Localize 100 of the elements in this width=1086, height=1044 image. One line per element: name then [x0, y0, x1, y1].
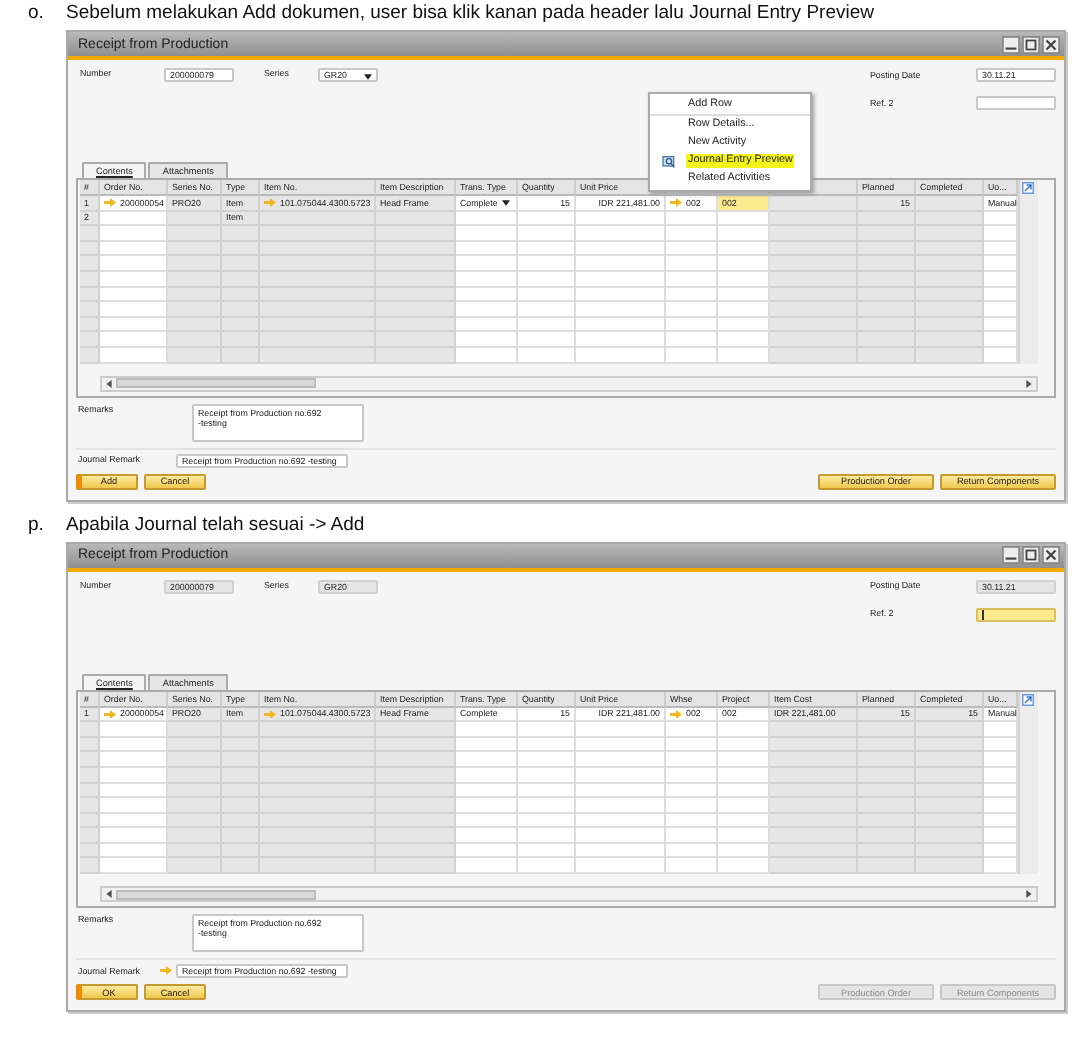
table-cell[interactable]: [80, 226, 100, 242]
table-cell[interactable]: [518, 332, 576, 348]
table-cell[interactable]: [770, 302, 858, 318]
table-cell[interactable]: [770, 226, 858, 242]
table-cell[interactable]: [666, 226, 718, 242]
table-cell[interactable]: [100, 722, 168, 738]
table-cell[interactable]: [576, 752, 666, 768]
table-cell[interactable]: [80, 302, 100, 318]
minimize-icon[interactable]: [1002, 35, 1020, 53]
table-cell[interactable]: [916, 798, 984, 814]
table-cell[interactable]: [984, 256, 1018, 272]
table-cell[interactable]: [168, 302, 222, 318]
table-cell[interactable]: [518, 828, 576, 844]
table-cell[interactable]: [718, 256, 770, 272]
table-cell[interactable]: [984, 332, 1018, 348]
table-cell[interactable]: [456, 798, 518, 814]
link-arrow-icon[interactable]: [264, 198, 276, 208]
table-cell[interactable]: [718, 332, 770, 348]
table-cell[interactable]: [80, 722, 100, 738]
table-cell[interactable]: [168, 752, 222, 768]
table-cell[interactable]: [770, 196, 858, 212]
table-cell[interactable]: [376, 226, 456, 242]
link-arrow-icon[interactable]: [104, 709, 116, 719]
table-cell[interactable]: [718, 798, 770, 814]
table-cell[interactable]: [100, 752, 168, 768]
horizontal-scrollbar[interactable]: [100, 886, 1038, 903]
table-cell[interactable]: [518, 858, 576, 875]
maximize-icon[interactable]: [1022, 546, 1040, 565]
table-cell[interactable]: [100, 226, 168, 242]
table-cell[interactable]: [916, 828, 984, 844]
table-cell[interactable]: [168, 722, 222, 738]
table-cell[interactable]: [984, 828, 1018, 844]
table-cell[interactable]: [916, 858, 984, 875]
close-icon[interactable]: [1042, 546, 1060, 565]
table-cell[interactable]: [260, 858, 376, 875]
scroll-right-icon[interactable]: [1026, 379, 1032, 388]
minimize-icon[interactable]: [1002, 546, 1020, 565]
table-cell[interactable]: [80, 828, 100, 844]
ref-field[interactable]: [976, 96, 1056, 110]
dropdown-icon[interactable]: [502, 200, 510, 206]
table-cell[interactable]: [576, 858, 666, 875]
table-cell[interactable]: [770, 752, 858, 768]
table-cell[interactable]: [80, 332, 100, 348]
table-cell[interactable]: [100, 332, 168, 348]
table-cell[interactable]: [80, 752, 100, 768]
table-cell[interactable]: [100, 302, 168, 318]
table-cell[interactable]: [770, 828, 858, 844]
table-cell[interactable]: [576, 722, 666, 738]
table-cell[interactable]: [376, 302, 456, 318]
table-cell[interactable]: [770, 798, 858, 814]
table-cell[interactable]: [456, 302, 518, 318]
table-cell[interactable]: [376, 798, 456, 814]
vertical-scrollbar[interactable]: [1018, 691, 1038, 875]
scroll-left-icon[interactable]: [106, 379, 112, 388]
table-cell[interactable]: [718, 858, 770, 875]
ref-field[interactable]: [976, 607, 1056, 622]
table-cell[interactable]: [376, 828, 456, 844]
table-cell[interactable]: [168, 256, 222, 272]
table-cell[interactable]: [576, 226, 666, 242]
link-arrow-icon[interactable]: [160, 966, 172, 976]
table-cell[interactable]: [916, 722, 984, 738]
table-cell[interactable]: [456, 332, 518, 348]
table-cell[interactable]: [100, 828, 168, 844]
table-cell[interactable]: [576, 332, 666, 348]
table-cell[interactable]: [718, 226, 770, 242]
table-cell[interactable]: [168, 226, 222, 242]
table-cell[interactable]: [222, 858, 260, 875]
horizontal-scrollbar[interactable]: [100, 375, 1038, 392]
table-cell[interactable]: [100, 858, 168, 875]
table-cell[interactable]: [518, 226, 576, 242]
table-cell[interactable]: [666, 256, 718, 272]
link-arrow-icon[interactable]: [670, 709, 682, 719]
table-cell[interactable]: [858, 858, 916, 875]
table-cell[interactable]: [576, 302, 666, 318]
table-cell[interactable]: [770, 256, 858, 272]
table-cell[interactable]: [376, 256, 456, 272]
table-cell[interactable]: [100, 798, 168, 814]
table-cell[interactable]: [666, 752, 718, 768]
table-cell[interactable]: [916, 332, 984, 348]
table-cell[interactable]: [666, 798, 718, 814]
table-cell[interactable]: [666, 302, 718, 318]
expand-icon[interactable]: [1022, 182, 1034, 194]
table-cell[interactable]: [168, 798, 222, 814]
table-cell[interactable]: [984, 798, 1018, 814]
table-cell[interactable]: [984, 722, 1018, 738]
table-cell[interactable]: [456, 256, 518, 272]
table-cell[interactable]: [456, 858, 518, 875]
table-cell[interactable]: [666, 828, 718, 844]
table-cell[interactable]: [168, 828, 222, 844]
table-cell[interactable]: [718, 722, 770, 738]
table-cell[interactable]: [80, 858, 100, 875]
table-cell[interactable]: [518, 722, 576, 738]
table-cell[interactable]: [80, 798, 100, 814]
table-cell[interactable]: [916, 226, 984, 242]
table-cell[interactable]: [456, 752, 518, 768]
table-cell[interactable]: [518, 798, 576, 814]
table-cell[interactable]: [666, 332, 718, 348]
link-arrow-icon[interactable]: [264, 709, 276, 719]
table-cell[interactable]: [376, 332, 456, 348]
table-cell[interactable]: [770, 722, 858, 738]
